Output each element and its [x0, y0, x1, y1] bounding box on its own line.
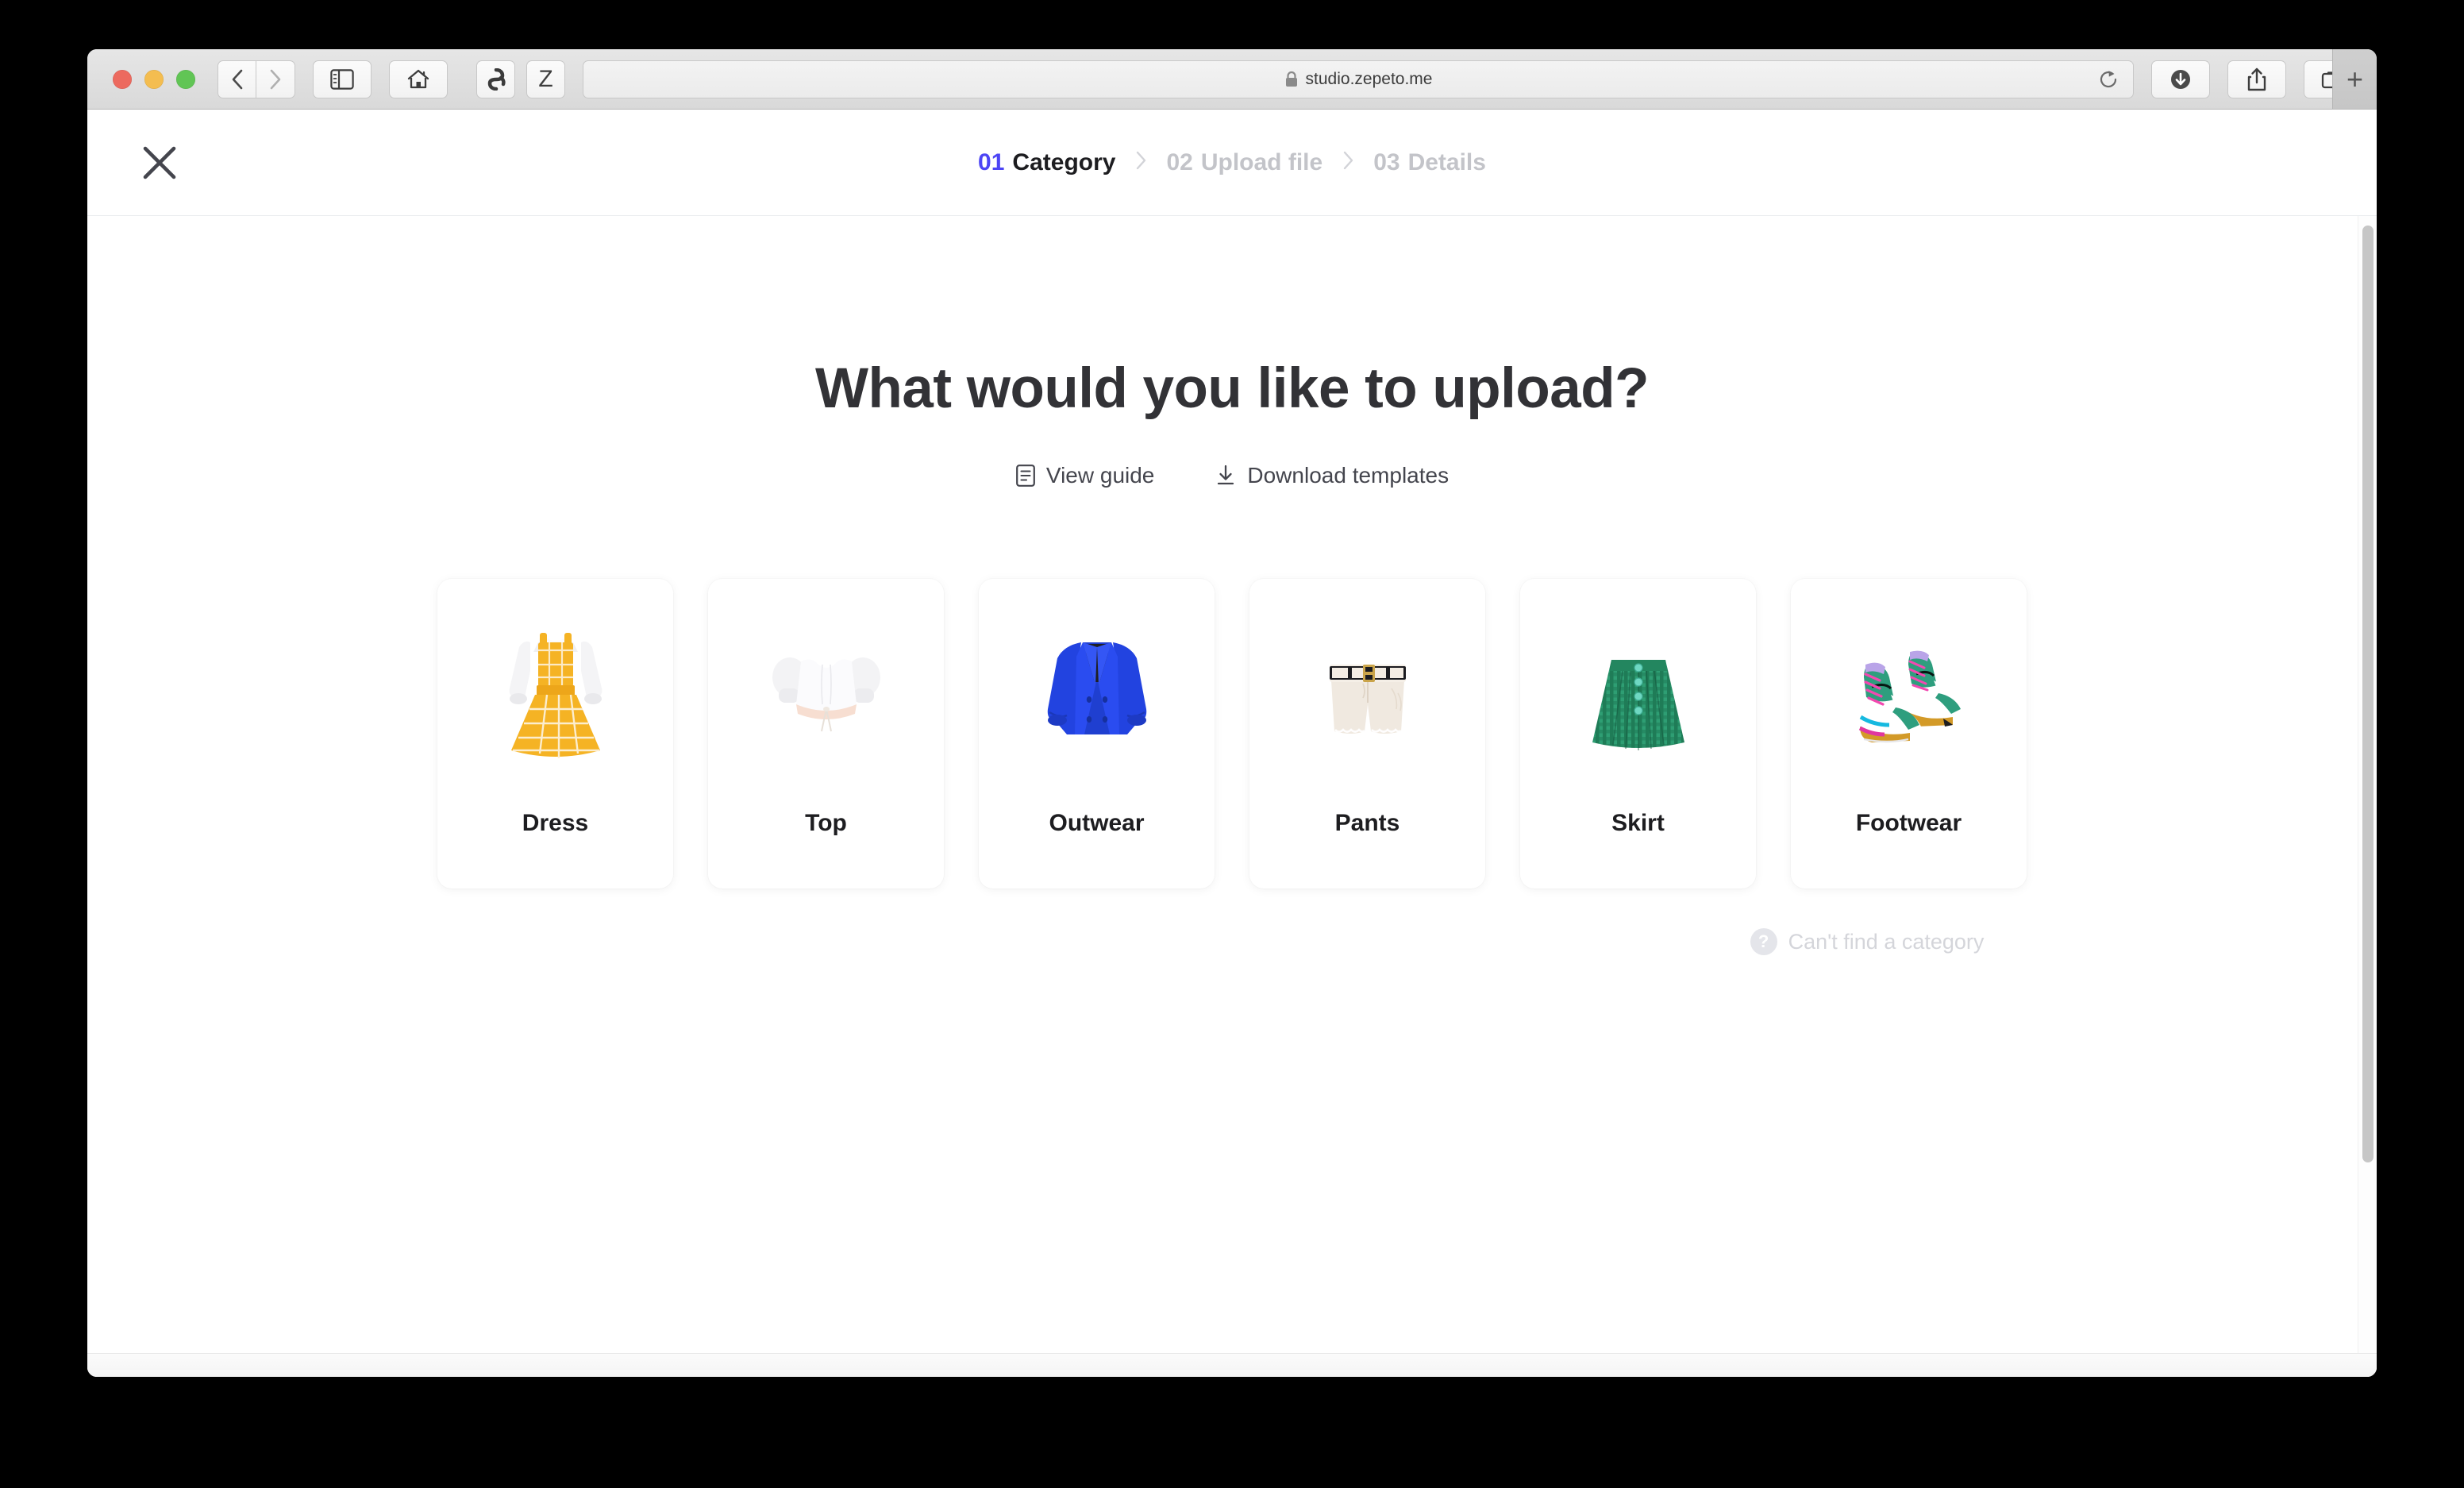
url-display: studio.zepeto.me [1284, 69, 1433, 89]
footwear-art [1822, 609, 1996, 780]
category-label: Footwear [1855, 810, 1962, 836]
download-templates-label: Download templates [1247, 463, 1450, 488]
view-guide-label: View guide [1045, 463, 1155, 488]
download-templates-link[interactable]: Download templates [1215, 463, 1449, 488]
category-card-pants[interactable]: Pants [1249, 579, 1485, 889]
new-tab-label: + [2346, 62, 2364, 95]
category-card-top[interactable]: Top [708, 579, 944, 889]
cant-find-category-link[interactable]: ? Can't find a category [87, 928, 2377, 955]
step-label: Upload file [1200, 148, 1323, 175]
step-label: Details [1407, 148, 1486, 175]
downloads-button[interactable] [2151, 60, 2210, 98]
category-label: Pants [1334, 810, 1400, 836]
category-card-outwear[interactable]: Outwear [979, 579, 1215, 889]
category-label: Outwear [1049, 810, 1145, 836]
help-question-icon: ? [1750, 928, 1777, 955]
address-bar[interactable]: studio.zepeto.me [583, 60, 2134, 98]
lock-icon [1285, 71, 1297, 87]
breadcrumb-step-details[interactable]: 03 Details [1373, 149, 1486, 176]
category-card-footwear[interactable]: Footwear [1791, 579, 2027, 889]
reload-button[interactable] [2095, 66, 2122, 93]
nav-button-group [218, 60, 295, 98]
breadcrumb: 01 Category 02 Upload file 03 Details [978, 148, 1486, 177]
document-guide-icon [1016, 465, 1035, 487]
traffic-lights [113, 69, 195, 89]
action-links: View guide Download templates [87, 463, 2377, 488]
category-label: Top [805, 810, 847, 836]
forward-button[interactable] [256, 60, 295, 98]
dress-art [468, 609, 643, 780]
breadcrumb-separator-icon [1340, 148, 1356, 177]
new-tab-button[interactable]: + [2332, 49, 2377, 109]
scrollbar-thumb[interactable] [2362, 226, 2374, 1162]
wizard-header: 01 Category 02 Upload file 03 Details [87, 110, 2377, 216]
top-art [739, 609, 914, 780]
downloads-icon [2171, 69, 2190, 89]
step-number: 03 [1373, 148, 1400, 175]
download-icon [1218, 465, 1234, 485]
share-icon [2247, 67, 2266, 91]
cant-find-category-label: Can't find a category [1788, 929, 1985, 954]
browser-window: Z studio.zepeto.me + 01 Category 02 Uplo… [87, 49, 2377, 1377]
view-guide-link[interactable]: View guide [1015, 463, 1154, 488]
minimize-window-button[interactable] [144, 69, 164, 89]
sidebar-icon [330, 68, 354, 90]
page-title: What would you like to upload? [815, 357, 1649, 420]
reload-icon [2100, 70, 2117, 87]
step-number: 01 [978, 148, 1005, 175]
home-icon [407, 69, 429, 88]
zoom-window-button[interactable] [176, 69, 195, 89]
skirt-art [1551, 609, 1726, 780]
chevron-left-icon [232, 69, 242, 89]
breadcrumb-step-upload-file[interactable]: 02 Upload file [1166, 149, 1322, 176]
zepeto-logo-favicon [487, 67, 506, 91]
step-label: Category [1012, 148, 1116, 175]
category-label: Skirt [1611, 810, 1665, 836]
page-body: What would you like to upload? View guid… [87, 216, 2377, 1377]
chevron-right-icon [270, 69, 281, 89]
tab-z[interactable]: Z [526, 60, 565, 98]
category-label: Dress [522, 810, 589, 836]
breadcrumb-step-category[interactable]: 01 Category [978, 149, 1115, 176]
url-text: studio.zepeto.me [1305, 69, 1433, 88]
page-content: 01 Category 02 Upload file 03 Details Wh… [87, 110, 2377, 1377]
home-button[interactable] [389, 60, 448, 98]
category-grid: Dress Top Outwear Pants Skirt Footwear [87, 579, 2377, 889]
browser-toolbar: Z studio.zepeto.me + [87, 49, 2377, 110]
pants-art [1280, 609, 1455, 780]
close-wizard-button[interactable] [135, 138, 184, 187]
vertical-scrollbar[interactable] [2358, 216, 2377, 1377]
category-card-skirt[interactable]: Skirt [1520, 579, 1756, 889]
share-button[interactable] [2227, 60, 2286, 98]
breadcrumb-separator-icon [1133, 148, 1149, 177]
back-button[interactable] [218, 60, 256, 98]
sidebar-toggle-button[interactable] [313, 60, 372, 98]
category-card-dress[interactable]: Dress [437, 579, 673, 889]
step-number: 02 [1166, 148, 1193, 175]
z-favicon: Z [538, 65, 553, 92]
close-window-button[interactable] [113, 69, 132, 89]
scroll-container: What would you like to upload? View guid… [87, 216, 2377, 1377]
outwear-art [1010, 609, 1184, 780]
close-icon [143, 146, 176, 179]
window-footer [87, 1353, 2377, 1377]
tab-zepeto-logo[interactable] [476, 60, 515, 98]
